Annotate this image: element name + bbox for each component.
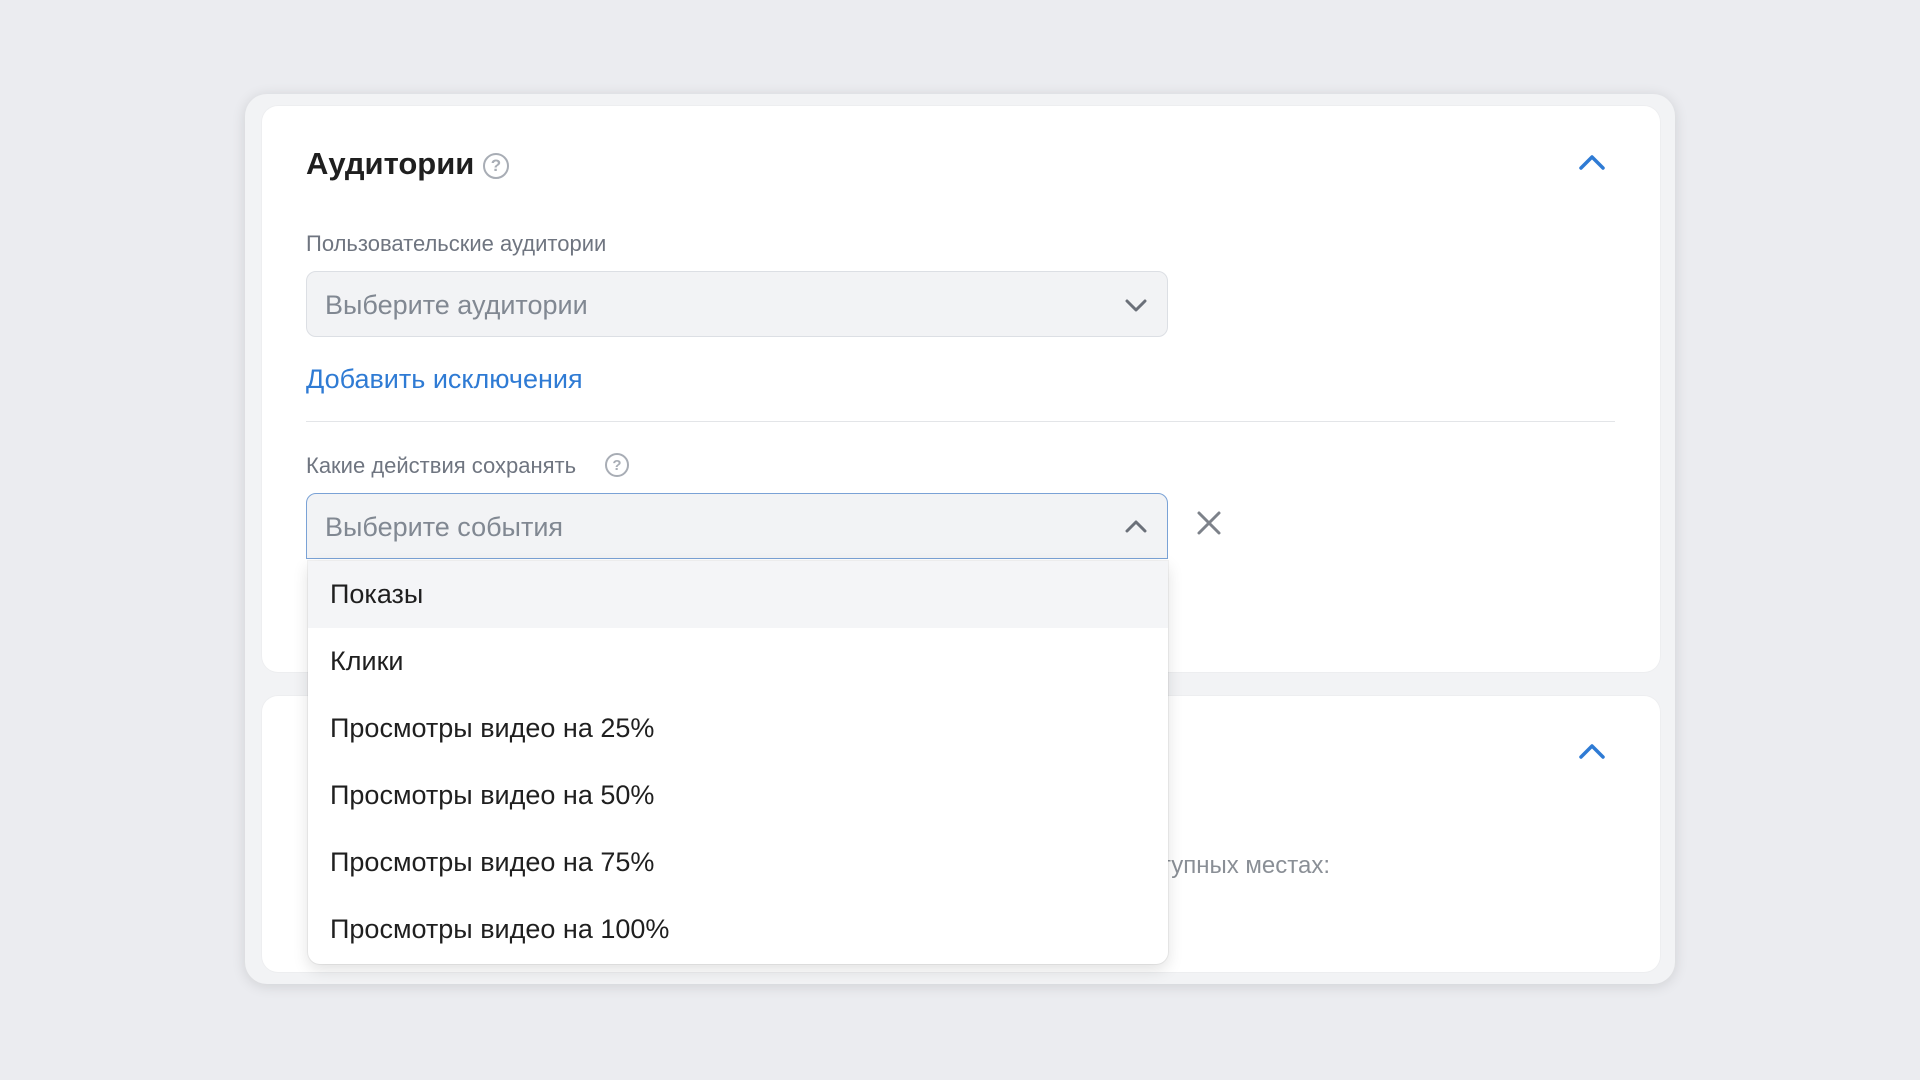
collapse-audiences-button[interactable]	[1572, 142, 1612, 182]
audiences-select[interactable]: Выберите аудитории	[306, 271, 1168, 337]
custom-audiences-label: Пользовательские аудитории	[306, 231, 607, 256]
second-section-text: тупных местах:	[1160, 852, 1331, 879]
chevron-down-icon	[1125, 299, 1147, 312]
section-title: Аудитории	[306, 146, 475, 181]
dropdown-option[interactable]: Просмотры видео на 50%	[308, 762, 1168, 829]
dropdown-option[interactable]: Просмотры видео на 100%	[308, 896, 1168, 963]
dropdown-option[interactable]: Клики	[308, 628, 1168, 695]
events-dropdown: Показы Клики Просмотры видео на 25% Просмот…	[308, 561, 1168, 964]
collapse-second-section-button[interactable]	[1572, 731, 1612, 771]
chevron-up-icon	[1579, 155, 1605, 170]
add-exclusions-link[interactable]: Добавить исключения	[306, 364, 583, 395]
chevron-up-icon	[1125, 520, 1147, 533]
divider	[306, 421, 1615, 422]
events-select[interactable]: Выберите события	[306, 493, 1168, 559]
dropdown-option[interactable]: Показы	[308, 561, 1168, 628]
question-circle-icon[interactable]: ?	[483, 153, 509, 179]
clear-events-button[interactable]	[1192, 506, 1226, 540]
actions-label: Какие действия сохранять	[306, 453, 577, 478]
close-icon	[1197, 511, 1221, 535]
chevron-up-icon	[1579, 744, 1605, 759]
audiences-select-placeholder: Выберите аудитории	[325, 290, 588, 320]
dropdown-option[interactable]: Просмотры видео на 25%	[308, 695, 1168, 762]
question-circle-icon[interactable]: ?	[605, 453, 629, 477]
dropdown-option[interactable]: Просмотры видео на 75%	[308, 829, 1168, 896]
events-select-placeholder: Выберите события	[325, 512, 564, 542]
